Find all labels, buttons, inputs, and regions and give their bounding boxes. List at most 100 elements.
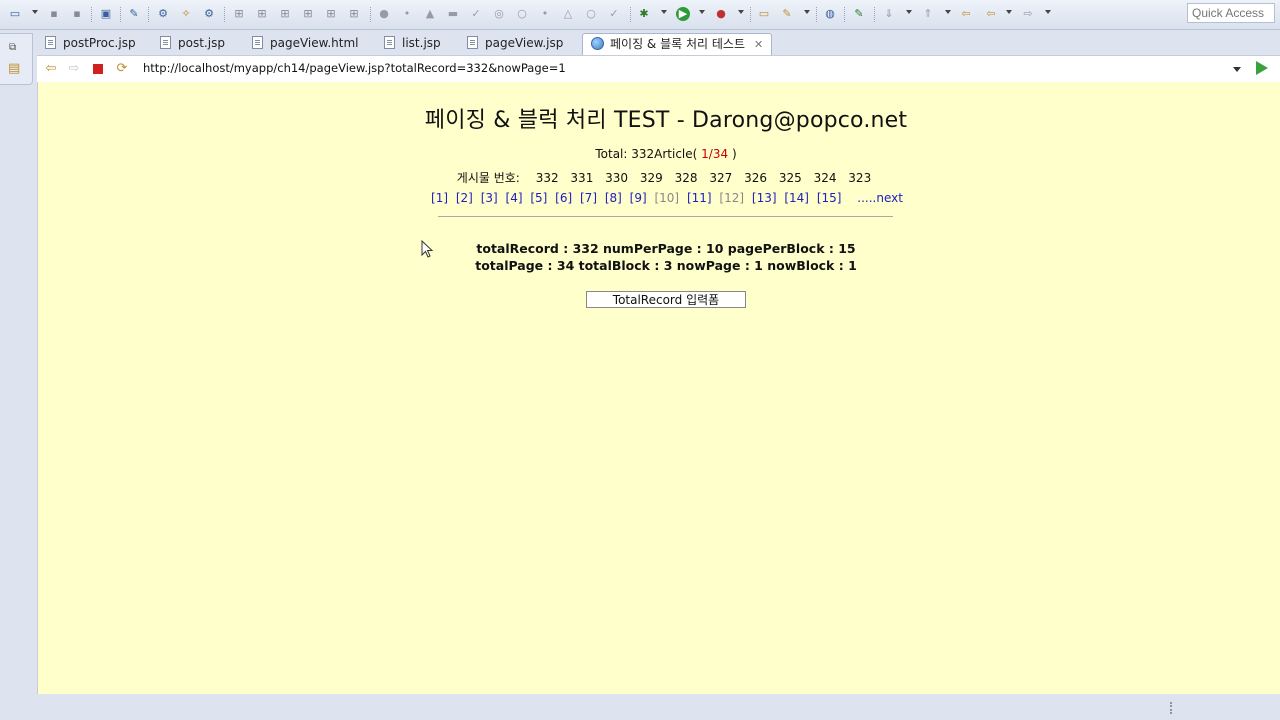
shape-icon[interactable]: • [538,7,552,21]
brush-dropdown-arrow[interactable] [804,10,810,14]
toolbar-separator [148,7,150,22]
save-icon[interactable]: ▪ [47,7,61,21]
tab-pageview-jsp[interactable]: pageView.jsp [459,33,571,54]
external-tools-dropdown-arrow[interactable] [738,10,744,14]
shape-icon[interactable]: ○ [584,7,598,21]
restore-icon[interactable]: ⧉ [9,42,16,53]
debug-dropdown-arrow[interactable] [661,10,667,14]
run-icon[interactable]: ▶ [676,7,690,21]
back-icon[interactable]: ⇦ [984,7,998,21]
refactor-icon[interactable]: ⊞ [278,7,292,21]
forward-icon[interactable]: ⇨ [66,61,82,77]
forward-icon[interactable]: ⇨ [1021,7,1035,21]
run-dropdown-arrow[interactable] [699,10,705,14]
next-block-link[interactable]: .....next [857,191,903,205]
shape-icon[interactable]: ▲ [423,7,437,21]
close-icon[interactable]: ✕ [754,38,763,51]
page-link-9[interactable]: [9] [630,191,647,205]
page-link-14[interactable]: [14] [784,191,809,205]
shape-icon[interactable]: ✓ [607,7,621,21]
status-grip-handle[interactable] [1170,702,1173,714]
page-link-13[interactable]: [13] [752,191,777,205]
html-file-icon [252,36,263,49]
globe-icon [591,37,604,50]
refresh-icon[interactable]: ⟳ [114,61,130,77]
tab-postproc-jsp[interactable]: postProc.jsp [37,33,144,54]
last-edit-icon[interactable]: ⇦ [959,7,973,21]
total-record-form-button[interactable]: TotalRecord 입력폼 [586,291,746,308]
next-annotation-dropdown-arrow[interactable] [906,10,912,14]
open-folder-icon[interactable]: ▭ [757,7,771,21]
page-link-4[interactable]: [4] [506,191,523,205]
forward-dropdown-arrow[interactable] [1045,10,1051,14]
refactor-icon[interactable]: ⊞ [301,7,315,21]
page-link-7[interactable]: [7] [580,191,597,205]
shape-icon[interactable]: • [400,7,414,21]
shape-icon[interactable]: ○ [515,7,529,21]
refactor-icon[interactable]: ⊞ [232,7,246,21]
globe-icon[interactable]: ◍ [823,7,837,21]
save-all-icon[interactable]: ▪ [70,7,84,21]
new-package-icon[interactable]: ⚙ [202,7,216,21]
back-icon[interactable]: ⇦ [43,61,59,77]
article-number: 332 [535,171,559,185]
page-link-11[interactable]: [11] [687,191,712,205]
external-tools-icon[interactable]: ● [714,7,728,21]
refactor-icon[interactable]: ⊞ [255,7,269,21]
debug-icon[interactable]: ✱ [637,7,651,21]
back-dropdown-arrow[interactable] [1006,10,1012,14]
new-icon[interactable]: ▭ [8,7,22,21]
page-link-5[interactable]: [5] [530,191,547,205]
refactor-icon[interactable]: ⊞ [324,7,338,21]
prev-annotation-dropdown-arrow[interactable] [945,10,951,14]
page-link-8[interactable]: [8] [605,191,622,205]
url-input[interactable] [139,57,1253,79]
go-button[interactable] [1256,61,1268,75]
page-link-6[interactable]: [6] [555,191,572,205]
article-number: 323 [848,171,872,185]
new-dropdown-arrow[interactable] [32,10,38,14]
tab-list-jsp[interactable]: list.jsp [376,33,449,54]
brush-icon[interactable]: ✎ [780,7,794,21]
prev-annotation-icon[interactable]: ⇑ [921,7,935,21]
total-page-info: 1/34 [701,147,729,161]
tab-label: list.jsp [402,36,441,50]
jsp-file-icon [45,36,56,49]
page-link-2[interactable]: [2] [456,191,473,205]
total-prefix: Total: 332Article( [595,147,698,161]
shape-icon[interactable]: ▬ [446,7,460,21]
page-link-15[interactable]: [15] [817,191,842,205]
browser-navigation-bar: ⇦ ⇨ ⟳ [37,55,1280,83]
annotation-icon[interactable]: ✎ [852,7,866,21]
tab-browser-paging-test[interactable]: 페이징 & 블록 처리 테스트 ✕ [582,33,773,55]
jsp-file-icon [160,36,171,49]
open-type-icon[interactable]: ⚙ [156,7,170,21]
page-link-3[interactable]: [3] [481,191,498,205]
next-annotation-icon[interactable]: ⇓ [882,7,896,21]
stats-line-2: totalPage : 34 totalBlock : 3 nowPage : … [475,258,857,273]
page-link-1[interactable]: [1] [431,191,448,205]
console-icon[interactable]: ▣ [99,7,113,21]
tab-pageview-html[interactable]: pageView.html [244,33,367,54]
shape-icon[interactable]: △ [561,7,575,21]
pagination: [1] [2] [3] [4] [5] [6] [7] [8] [9] [10]… [38,191,1280,205]
search-icon[interactable]: ✎ [127,7,141,21]
shape-icon[interactable]: ✓ [469,7,483,21]
quick-access-input[interactable] [1187,3,1275,23]
total-suffix: ) [731,147,737,161]
shape-icon[interactable]: ● [377,7,391,21]
chevron-down-icon[interactable] [1233,67,1241,72]
toolbar-separator [370,7,372,22]
project-explorer-icon[interactable]: ▤ [8,61,20,76]
stop-icon[interactable] [90,61,106,77]
shape-icon[interactable]: ◎ [492,7,506,21]
tab-post-jsp[interactable]: post.jsp [152,33,233,54]
jsp-file-icon [384,36,395,49]
tab-label: pageView.html [270,36,359,50]
refactor-icon[interactable]: ⊞ [347,7,361,21]
new-class-icon[interactable]: ✧ [179,7,193,21]
page-link-12[interactable]: [12] [719,191,744,205]
page-link-10[interactable]: [10] [654,191,679,205]
page-title: 페이징 & 블럭 처리 TEST - Darong@popco.net [424,108,908,133]
editor-tab-bar: postProc.jsp post.jsp pageView.html list… [37,30,1280,55]
